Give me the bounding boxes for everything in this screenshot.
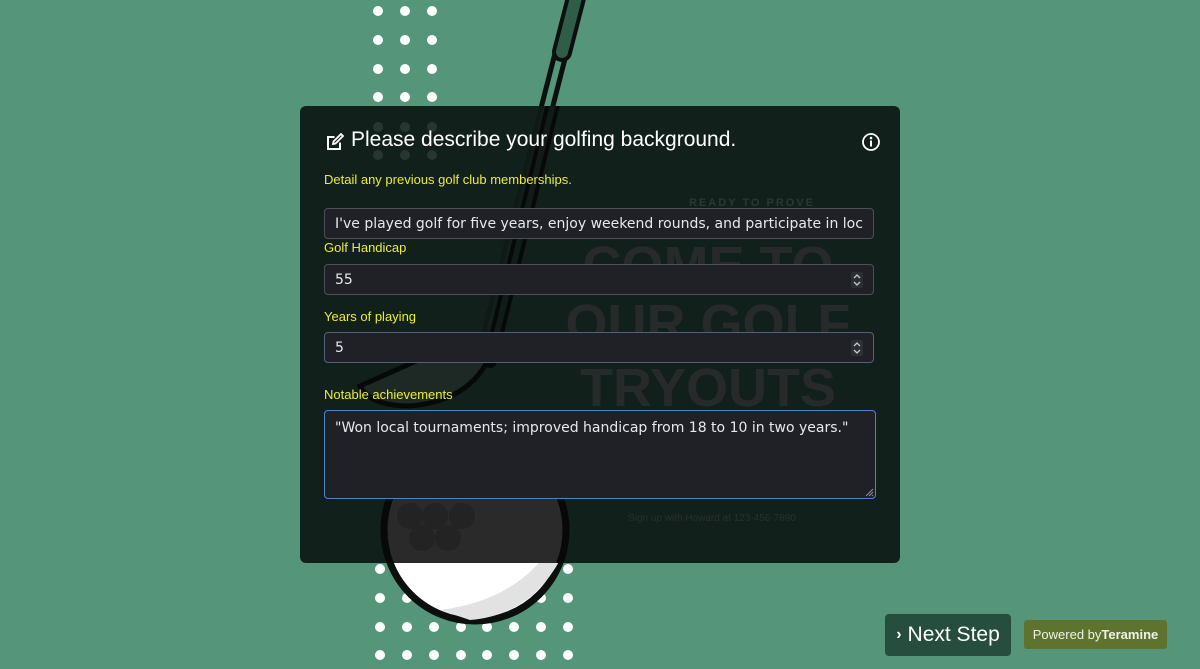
powered-by-badge[interactable]: Powered by Teramine bbox=[1024, 620, 1167, 649]
memberships-input[interactable]: I've played golf for five years, enjoy w… bbox=[324, 208, 874, 239]
edit-icon bbox=[327, 132, 345, 150]
golf-handicap-label: Golf Handicap bbox=[324, 240, 407, 255]
years-stepper-icon[interactable] bbox=[851, 339, 863, 356]
chevron-right-icon: › bbox=[896, 626, 902, 643]
svg-text:TRYOUTS: TRYOUTS bbox=[580, 358, 836, 418]
years-playing-input[interactable]: 5 bbox=[324, 332, 874, 363]
form-header: Please describe your golfing background. bbox=[325, 126, 881, 160]
handicap-stepper-icon[interactable] bbox=[851, 271, 863, 288]
achievements-textarea[interactable]: "Won local tournaments; improved handica… bbox=[324, 410, 876, 499]
svg-text:Sign up with Howard at 123-456: Sign up with Howard at 123-456-7890 bbox=[628, 513, 796, 524]
golf-handicap-input[interactable]: 55 bbox=[324, 264, 874, 295]
years-playing-label: Years of playing bbox=[324, 309, 417, 324]
next-step-button[interactable]: › Next Step bbox=[885, 614, 1011, 656]
memberships-label: Detail any previous golf club membership… bbox=[324, 172, 572, 187]
achievements-label: Notable achievements bbox=[324, 387, 453, 402]
resize-handle-icon[interactable] bbox=[864, 487, 874, 497]
next-step-label: Next Step bbox=[907, 623, 1000, 646]
dot-grid-top bbox=[373, 6, 437, 102]
powered-by-prefix: Powered by bbox=[1032, 627, 1102, 642]
info-icon[interactable] bbox=[861, 132, 881, 152]
form-title: Please describe your golfing background. bbox=[351, 128, 737, 151]
powered-by-brand: Teramine bbox=[1101, 627, 1159, 642]
